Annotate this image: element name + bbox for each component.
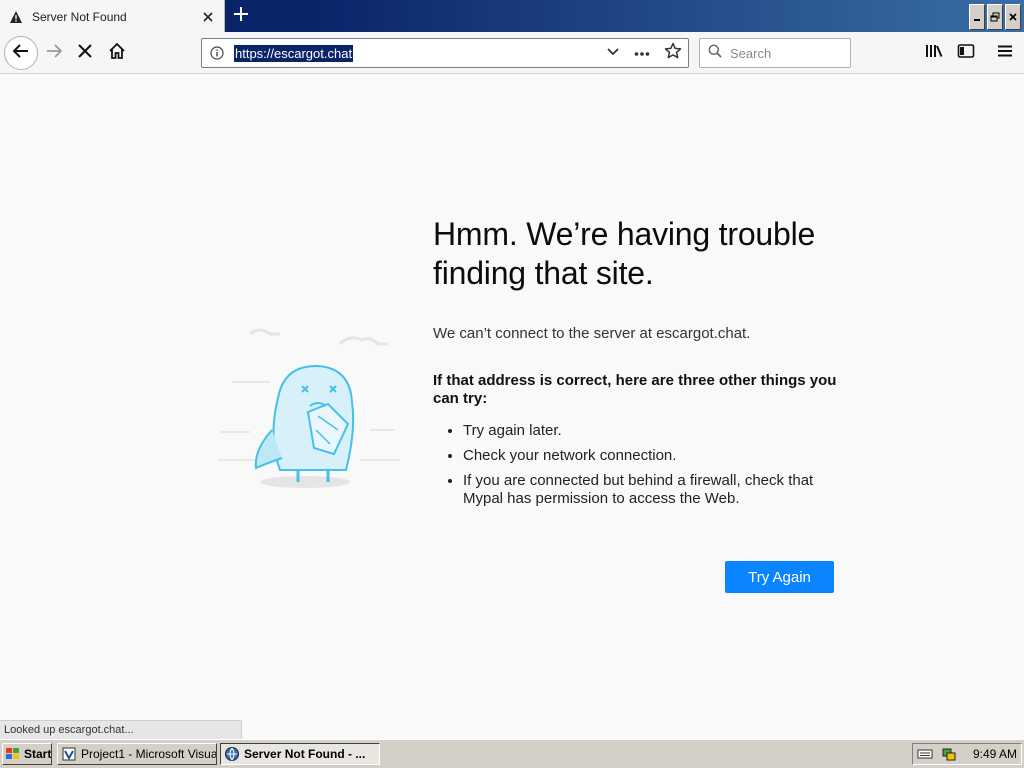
status-text: Looked up escargot.chat... bbox=[0, 720, 242, 739]
error-title: Hmm. We’re having trouble finding that s… bbox=[433, 215, 843, 293]
url-bar[interactable]: https://escargot.chat bbox=[201, 38, 689, 68]
error-title-line2: finding that site. bbox=[433, 255, 654, 291]
forward-button[interactable] bbox=[38, 37, 70, 69]
stop-icon bbox=[77, 43, 93, 64]
sidebar-icon bbox=[957, 43, 975, 64]
taskbar-item-visual-basic[interactable]: Project1 - Microsoft Visual... bbox=[57, 743, 217, 765]
error-page: Hmm. We’re having trouble finding that s… bbox=[0, 75, 1024, 720]
close-window-button[interactable] bbox=[1005, 4, 1021, 30]
list-item: If you are connected but behind a firewa… bbox=[463, 472, 843, 508]
warning-icon bbox=[8, 9, 24, 25]
info-icon[interactable] bbox=[202, 46, 232, 60]
taskbar-item-label: Server Not Found - ... bbox=[244, 747, 366, 761]
chevron-down-icon[interactable] bbox=[606, 44, 620, 63]
windows-logo-icon bbox=[5, 747, 21, 761]
visual-basic-icon bbox=[61, 746, 77, 762]
stop-button[interactable] bbox=[69, 37, 101, 69]
system-tray: 9:49 AM bbox=[912, 743, 1022, 765]
start-label: Start bbox=[24, 747, 52, 761]
url-text[interactable]: https://escargot.chat bbox=[234, 44, 354, 62]
tab-strip: Server Not Found bbox=[0, 0, 1024, 34]
error-message: Hmm. We’re having trouble finding that s… bbox=[433, 215, 843, 515]
back-button[interactable] bbox=[4, 36, 38, 70]
error-title-line1: Hmm. We’re having trouble bbox=[433, 216, 816, 252]
suggestion-list: Try again later. Check your network conn… bbox=[433, 422, 843, 508]
error-suggestions-heading: If that address is correct, here are thr… bbox=[433, 372, 837, 407]
home-icon bbox=[108, 42, 126, 65]
menu-button[interactable] bbox=[989, 37, 1021, 69]
search-box[interactable] bbox=[699, 38, 851, 68]
browser-icon bbox=[224, 746, 240, 762]
new-tab-button[interactable] bbox=[226, 0, 256, 32]
network-icon[interactable] bbox=[941, 746, 957, 762]
more-icon[interactable] bbox=[634, 44, 650, 62]
restore-button[interactable] bbox=[987, 4, 1003, 30]
list-item: Try again later. bbox=[463, 422, 843, 440]
try-again-button[interactable]: Try Again bbox=[725, 561, 834, 593]
start-button[interactable]: Start bbox=[2, 743, 52, 765]
tab-title: Server Not Found bbox=[32, 10, 127, 24]
navigation-toolbar: https://escargot.chat bbox=[0, 32, 1024, 74]
taskbar-item-label: Project1 - Microsoft Visual... bbox=[81, 747, 217, 761]
plus-icon bbox=[233, 6, 249, 27]
search-icon bbox=[708, 44, 722, 63]
confused-monster-illustration bbox=[210, 320, 410, 500]
taskbar-item-browser[interactable]: Server Not Found - ... bbox=[220, 743, 380, 765]
minimize-button[interactable] bbox=[969, 4, 985, 30]
list-item: Check your network connection. bbox=[463, 447, 843, 465]
home-button[interactable] bbox=[101, 37, 133, 69]
error-description: We can’t connect to the server at escarg… bbox=[433, 325, 751, 342]
tab-server-not-found[interactable]: Server Not Found bbox=[0, 0, 225, 34]
taskbar: Start Project1 - Microsoft Visual... Ser… bbox=[0, 739, 1024, 768]
clock: 9:49 AM bbox=[972, 747, 1017, 761]
back-icon bbox=[12, 42, 30, 65]
sidebar-button[interactable] bbox=[950, 37, 982, 69]
close-icon[interactable] bbox=[200, 9, 216, 25]
menu-icon bbox=[997, 44, 1013, 63]
keyboard-icon[interactable] bbox=[917, 748, 933, 760]
forward-icon bbox=[45, 42, 63, 65]
search-input[interactable] bbox=[730, 45, 840, 61]
star-icon[interactable] bbox=[664, 42, 682, 65]
library-button[interactable] bbox=[918, 37, 950, 69]
window-controls bbox=[969, 4, 1021, 30]
library-icon bbox=[925, 43, 943, 64]
